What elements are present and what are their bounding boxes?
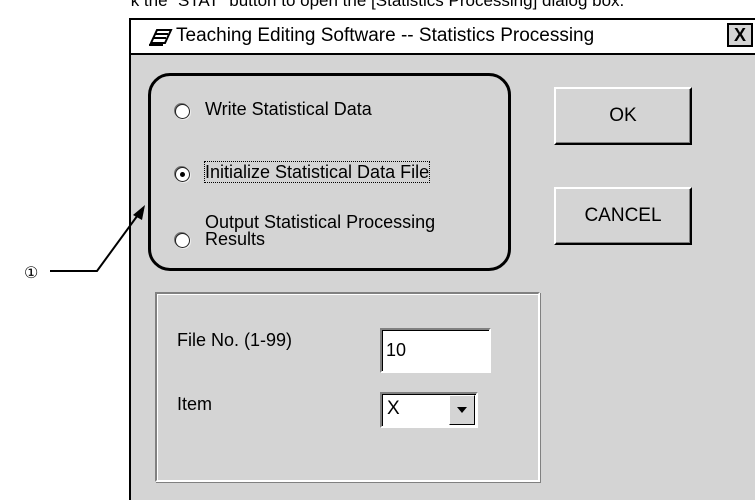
statistics-processing-dialog: Teaching Editing Software -- Statistics … xyxy=(129,18,755,500)
file-number-input[interactable] xyxy=(380,328,491,373)
close-button[interactable]: X xyxy=(727,23,753,47)
radio-write-statistical-data[interactable] xyxy=(175,104,190,119)
item-select[interactable]: X xyxy=(380,392,478,428)
instruction-caption: k the “STAT” button to open the [Statist… xyxy=(130,0,625,10)
callout-number: ① xyxy=(24,265,39,282)
settings-group-box xyxy=(155,292,540,482)
file-number-label: File No. (1-99) xyxy=(177,330,293,350)
radio-initialize-data-file[interactable] xyxy=(175,167,190,182)
option-output-label-line2: Results xyxy=(205,229,266,249)
ok-button[interactable]: OK xyxy=(554,87,692,145)
radio-output-results[interactable] xyxy=(175,233,190,248)
item-select-value: X xyxy=(387,398,400,419)
chevron-down-icon[interactable] xyxy=(449,395,475,425)
item-label: Item xyxy=(177,394,213,414)
cancel-button[interactable]: CANCEL xyxy=(554,187,692,245)
title-bar[interactable]: Teaching Editing Software -- Statistics … xyxy=(131,20,755,55)
teaching-pendant-icon xyxy=(149,29,173,46)
option-write-label: Write Statistical Data xyxy=(205,99,372,119)
dialog-title: Teaching Editing Software -- Statistics … xyxy=(176,25,595,46)
option-initialize-label: Initialize Statistical Data File xyxy=(203,161,431,183)
